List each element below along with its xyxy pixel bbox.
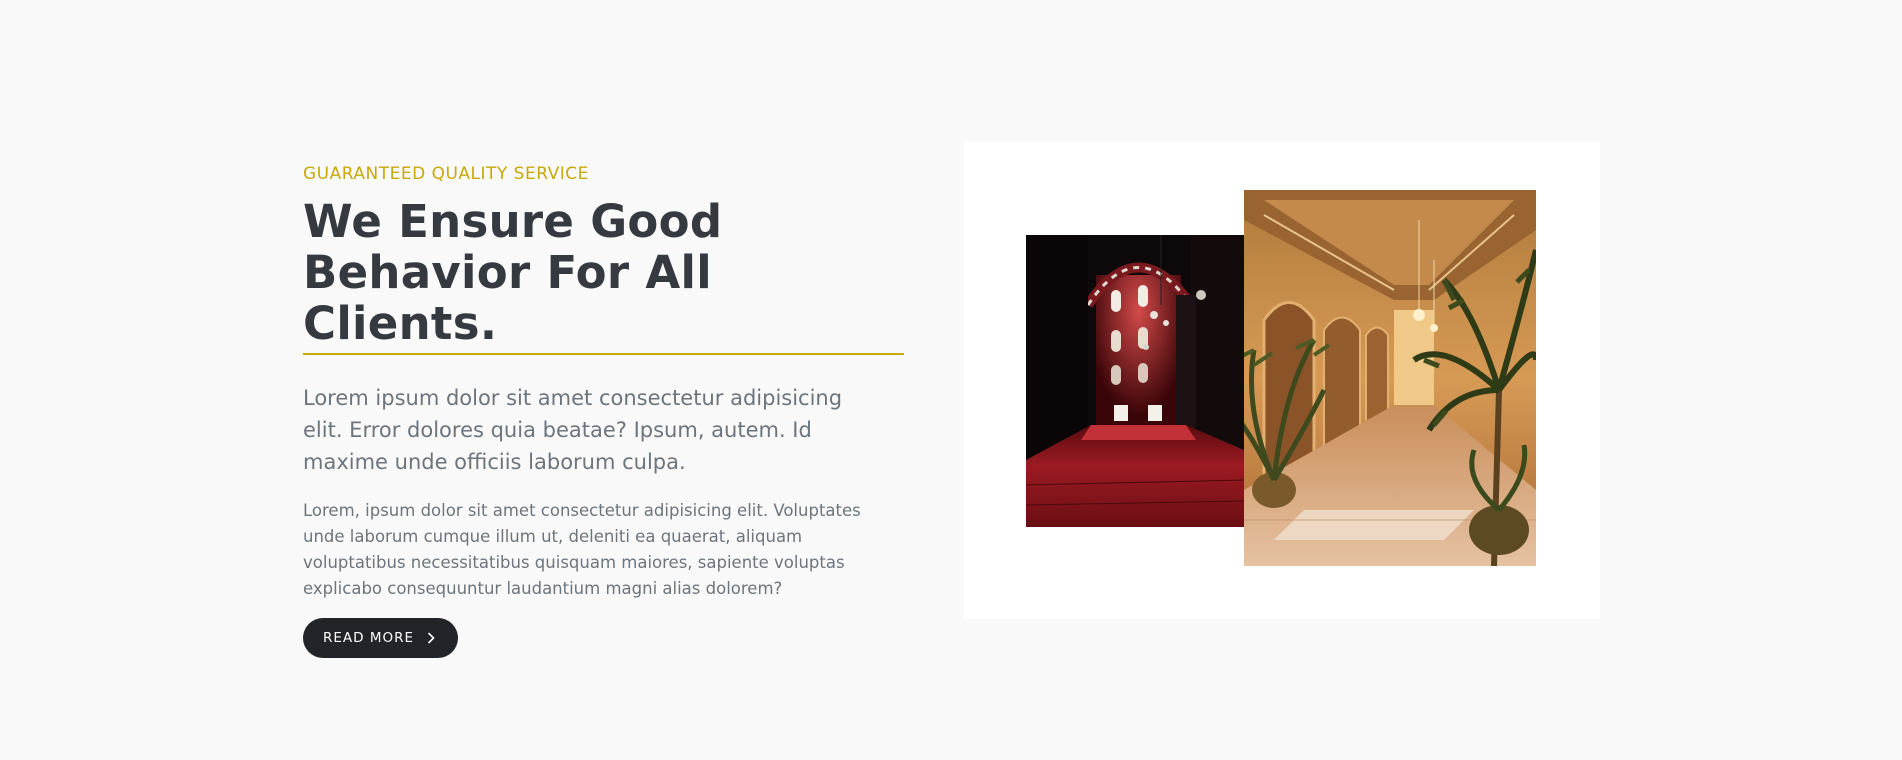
about-section: GUARANTEED QUALITY SERVICE We Ensure Goo…	[0, 0, 1902, 760]
heading-line-2: Behavior For All Clients.	[303, 246, 712, 350]
lead-paragraph: Lorem ipsum dolor sit amet consectetur a…	[303, 386, 843, 474]
gallery-card	[964, 142, 1600, 619]
section-heading: We Ensure Good Behavior For All Clients.	[303, 196, 903, 349]
chevron-right-icon	[428, 632, 435, 644]
palace-corridor-image	[1244, 190, 1536, 566]
section-eyebrow: GUARANTEED QUALITY SERVICE	[303, 164, 589, 184]
heading-underline	[303, 353, 904, 355]
mosque-hall-image	[1026, 235, 1244, 527]
heading-line-1: We Ensure Good	[303, 195, 723, 248]
about-text-column: GUARANTEED QUALITY SERVICE We Ensure Goo…	[303, 164, 904, 658]
body-paragraph: Lorem, ipsum dolor sit amet consectetur …	[303, 501, 861, 598]
read-more-button[interactable]: READ MORE	[303, 618, 459, 658]
read-more-label: READ MORE	[323, 630, 415, 646]
